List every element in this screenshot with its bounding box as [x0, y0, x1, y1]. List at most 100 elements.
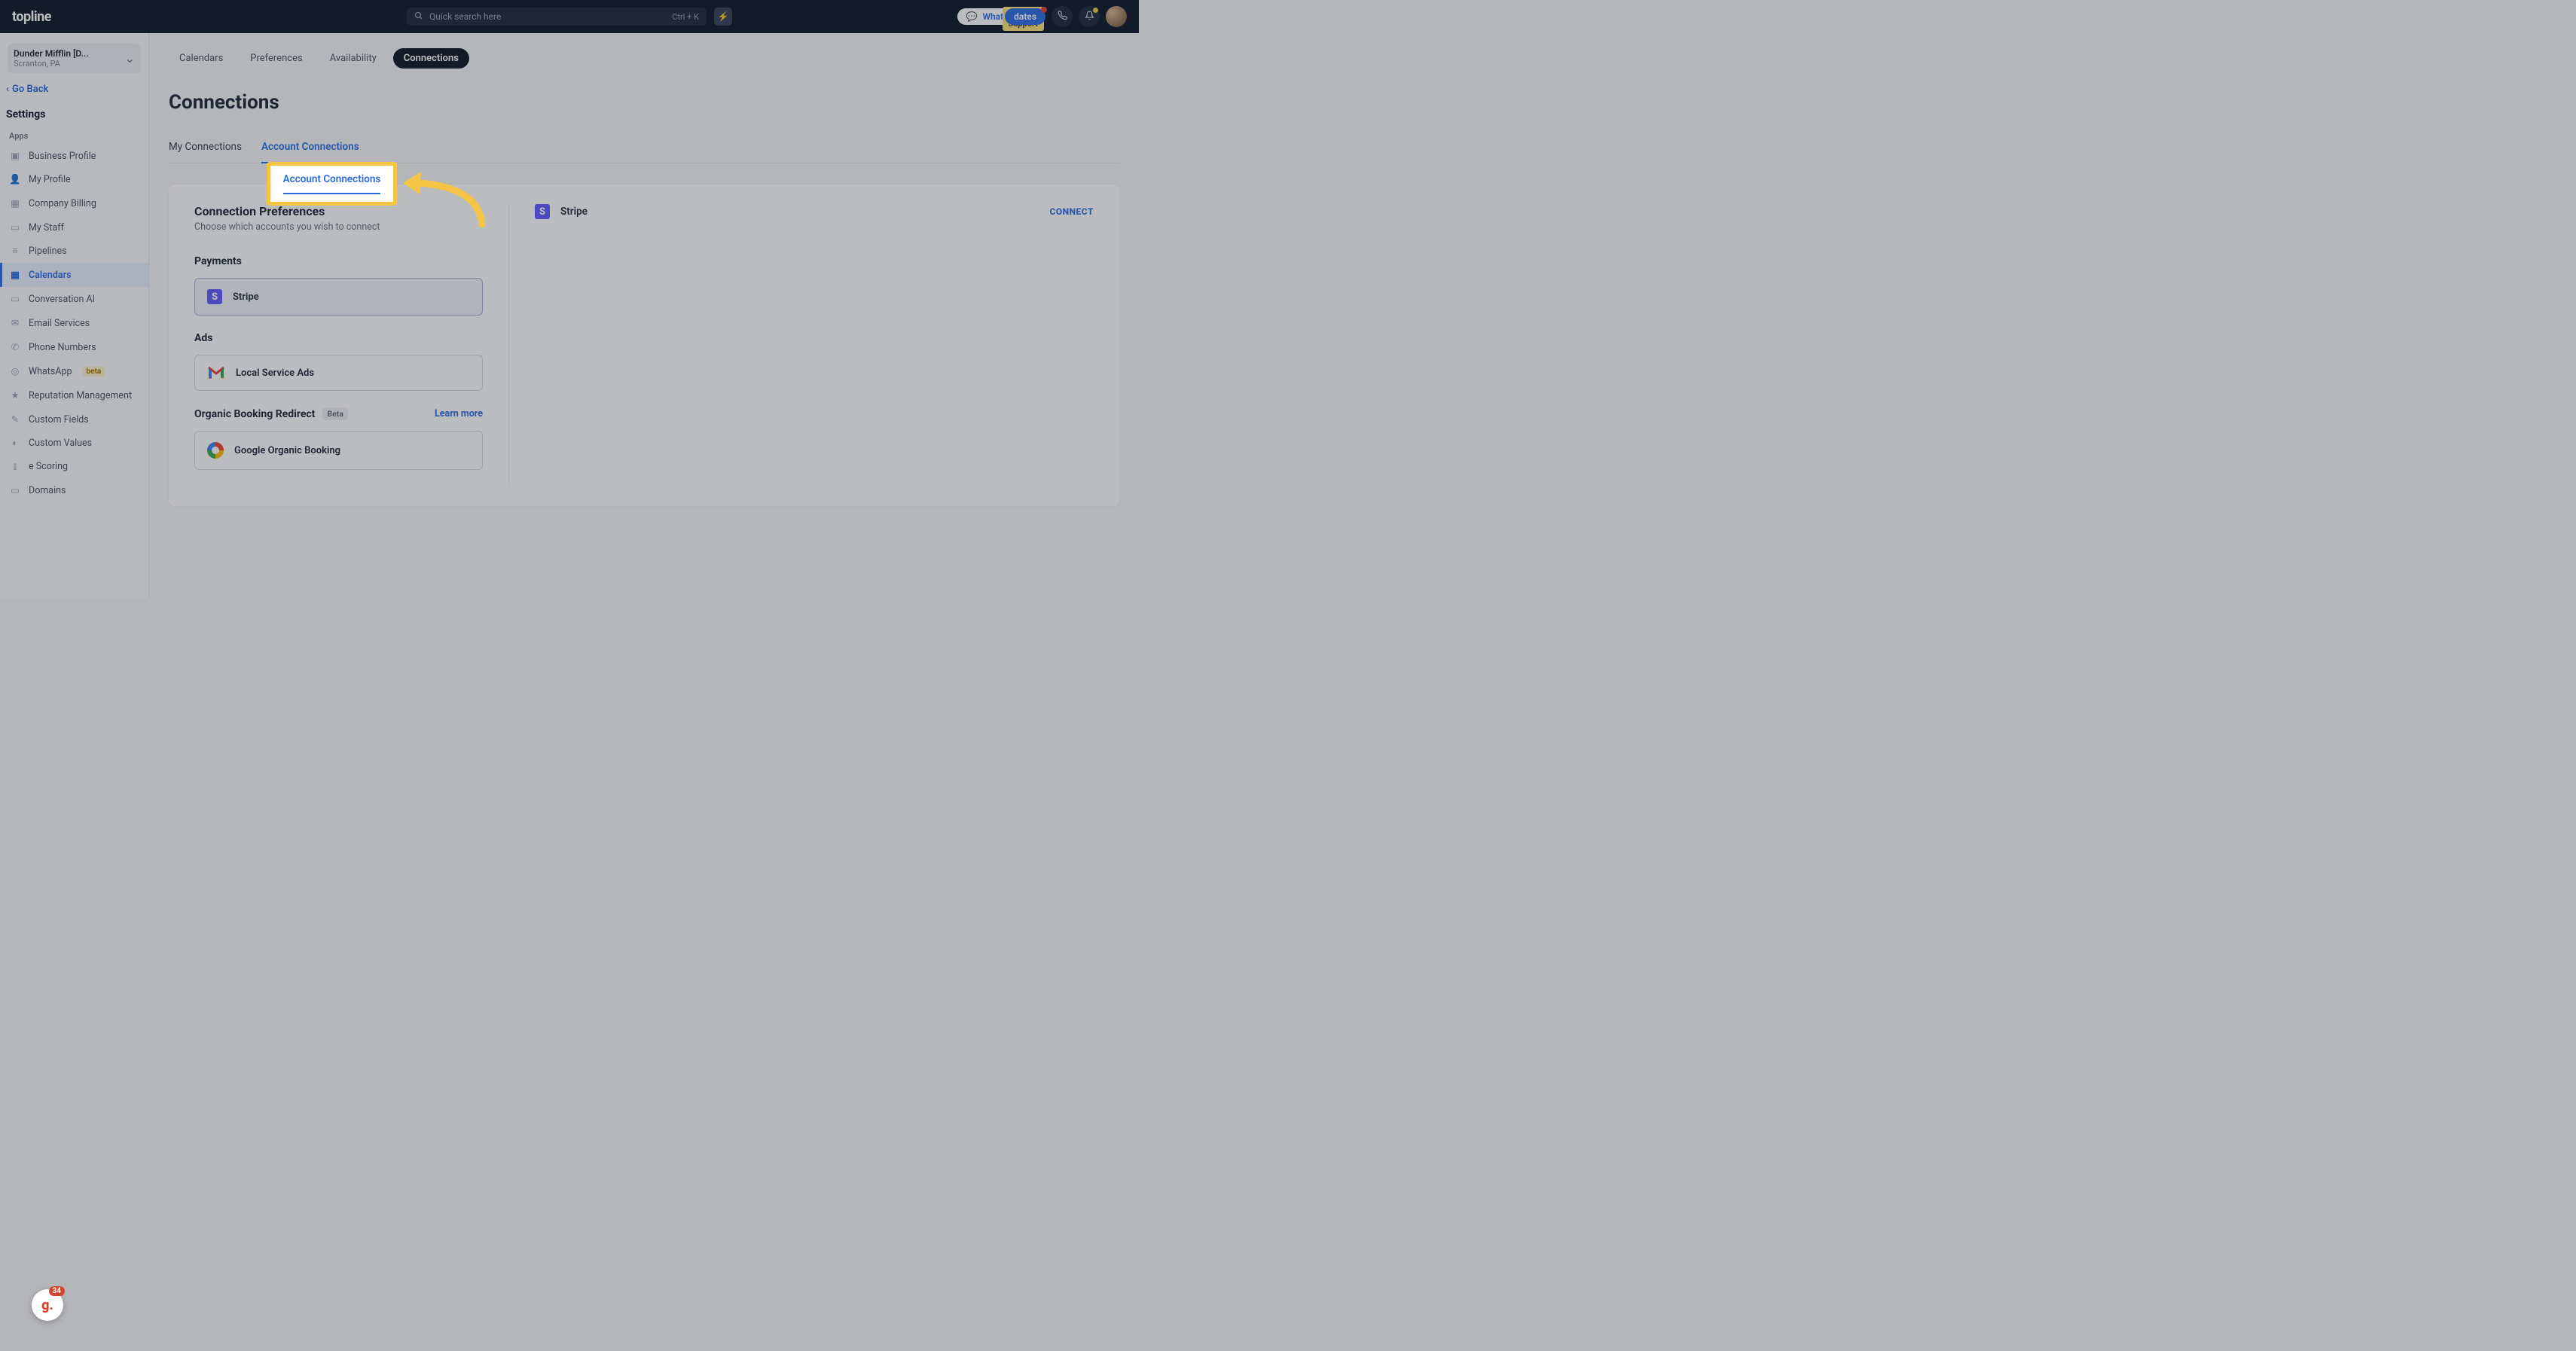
search-shortcut: Ctrl + K: [672, 12, 699, 22]
chat-icon: 💬: [966, 11, 978, 22]
badge-icon: g.: [41, 1298, 53, 1313]
filter-icon: ≡: [9, 245, 21, 257]
learn-more-link[interactable]: Learn more: [435, 408, 483, 419]
org-name: Dunder Mifflin [D...: [14, 48, 89, 59]
chat-icon: ▭: [9, 293, 21, 305]
chevron-left-icon: ‹: [6, 84, 9, 95]
sidebar-item-label: Domains: [29, 485, 66, 496]
sidebar-item-whatsapp[interactable]: ◎ WhatsApp beta: [0, 359, 148, 383]
subtab-label: Account Connections: [261, 141, 359, 153]
card-icon: ▭: [9, 484, 21, 496]
payments-label: Payments: [194, 255, 483, 267]
bolt-icon: ⚡: [718, 11, 729, 22]
subtab-account-connections[interactable]: Account Connections: [261, 135, 359, 163]
laptop-icon: ▭: [9, 221, 21, 233]
connect-stripe-row: S Stripe CONNECT: [535, 204, 1094, 219]
sidebar-item-label: Conversation AI: [29, 294, 95, 305]
tile-google-label: Google Organic Booking: [234, 445, 340, 456]
sidebar-item-phone-numbers[interactable]: ✆ Phone Numbers: [0, 335, 148, 359]
org-sub: Scranton, PA: [14, 59, 89, 69]
tile-stripe-label: Stripe: [233, 291, 259, 303]
sidebar-item-calendars[interactable]: ▦ Calendars: [0, 263, 148, 287]
sidebar-item-manage-scoring[interactable]: ⫾ e Scoring: [0, 455, 148, 478]
sidebar-item-label: Calendars: [29, 270, 72, 281]
sidebar-item-label: Business Profile: [29, 151, 96, 162]
tab-connections[interactable]: Connections: [393, 48, 469, 69]
sidebar-item-label: Custom Values: [29, 438, 92, 449]
whats-new-label: What': [982, 11, 1005, 22]
prefs-sub: Choose which accounts you wish to connec…: [194, 221, 483, 233]
sidebar-item-label: Phone Numbers: [29, 342, 96, 353]
sidebar-item-label: Reputation Management: [29, 390, 132, 401]
grid-icon: ▦: [9, 197, 21, 209]
tile-google-booking[interactable]: Google Organic Booking: [194, 431, 483, 470]
sidebar-item-my-profile[interactable]: 👤 My Profile: [0, 168, 148, 191]
google-icon: [207, 442, 224, 459]
sidebar-item-email-services[interactable]: ✉ Email Services: [0, 311, 148, 335]
user-icon: 👤: [9, 174, 21, 185]
edit-icon: ✎: [9, 413, 21, 425]
tab-availability[interactable]: Availability: [319, 48, 387, 69]
subtabs: My Connections Account Connections: [169, 135, 1119, 163]
tile-local-service-ads[interactable]: Local Service Ads: [194, 355, 483, 391]
bars-icon: ⫾: [9, 461, 21, 472]
phone-button[interactable]: [1051, 6, 1073, 27]
sidebar-item-reputation-management[interactable]: ★ Reputation Management: [0, 383, 148, 407]
tabs-top: Calendars Preferences Availability Conne…: [169, 48, 1119, 69]
beta-badge: beta: [83, 367, 105, 377]
phone-icon: [1058, 11, 1067, 23]
connect-button[interactable]: CONNECT: [1050, 206, 1094, 217]
go-back-label: Go Back: [12, 84, 48, 95]
stripe-name: Stripe: [560, 206, 588, 218]
badge-count: 34: [49, 1286, 65, 1296]
mail-icon: ✉: [9, 317, 21, 329]
stripe-icon: S: [535, 204, 550, 219]
sidebar-item-label: Custom Fields: [29, 414, 89, 425]
ads-label: Ads: [194, 332, 483, 344]
preferences-card: Connection Preferences Choose which acco…: [169, 185, 1119, 506]
tab-preferences[interactable]: Preferences: [240, 48, 313, 69]
search-input[interactable]: Quick search here Ctrl + K: [407, 8, 707, 26]
sidebar-item-domains[interactable]: ▭ Domains: [0, 478, 148, 502]
sidebar-item-pipelines[interactable]: ≡ Pipelines: [0, 239, 148, 263]
tab-calendars[interactable]: Calendars: [169, 48, 233, 69]
avatar[interactable]: [1106, 6, 1127, 27]
sidebar-item-business-profile[interactable]: ▣ Business Profile: [0, 144, 148, 168]
sidebar-item-custom-fields[interactable]: ✎ Custom Fields: [0, 407, 148, 432]
updates-button[interactable]: dates: [1005, 8, 1045, 25]
go-back-link[interactable]: ‹ Go Back: [6, 84, 141, 95]
organic-label: Organic Booking Redirect: [194, 408, 315, 420]
sidebar-item-conversation-ai[interactable]: ▭ Conversation AI: [0, 287, 148, 311]
sidebar-item-my-staff[interactable]: ▭ My Staff: [0, 215, 148, 239]
sidebar-item-label: Company Billing: [29, 198, 96, 209]
content-area: Calendars Preferences Availability Conne…: [149, 33, 1139, 598]
page-title: Connections: [169, 91, 1119, 114]
bell-button[interactable]: [1079, 6, 1100, 27]
sidebar-item-label: Pipelines: [29, 245, 67, 257]
tile-stripe[interactable]: S Stripe: [194, 278, 483, 316]
alert-dot-icon: [1093, 8, 1098, 13]
search-placeholder: Quick search here: [429, 11, 501, 22]
chevron-down-icon: ⌄: [125, 51, 135, 66]
bell-icon: [1085, 11, 1094, 23]
float-badge[interactable]: g. 34: [32, 1289, 63, 1321]
sidebar-group-label: Apps: [9, 131, 139, 141]
subtab-my-connections[interactable]: My Connections: [169, 135, 242, 163]
organic-beta-badge: Beta: [322, 407, 347, 420]
bolt-button[interactable]: ⚡: [714, 8, 732, 26]
calendar-icon: ▦: [9, 269, 21, 281]
sidebar-item-company-billing[interactable]: ▦ Company Billing: [0, 191, 148, 215]
sidebar-item-label: My Profile: [29, 174, 71, 185]
org-switcher[interactable]: Dunder Mifflin [D... Scranton, PA ⌄: [8, 44, 141, 73]
settings-heading: Settings: [6, 108, 141, 120]
sidebar-item-label: Email Services: [29, 318, 90, 329]
gmail-icon: [207, 366, 225, 380]
sidebar-item-custom-values[interactable]: ◐ Custom Values: [0, 432, 148, 455]
tile-lsa-label: Local Service Ads: [236, 367, 314, 379]
stripe-icon: S: [207, 289, 222, 304]
logo: topline: [12, 9, 51, 25]
star-icon: ★: [9, 389, 21, 401]
sidebar-item-label: WhatsApp: [29, 366, 72, 377]
prefs-title: Connection Preferences: [194, 204, 483, 218]
topbar: topline Quick search here Ctrl + K ⚡ 💬 W…: [0, 0, 1139, 33]
